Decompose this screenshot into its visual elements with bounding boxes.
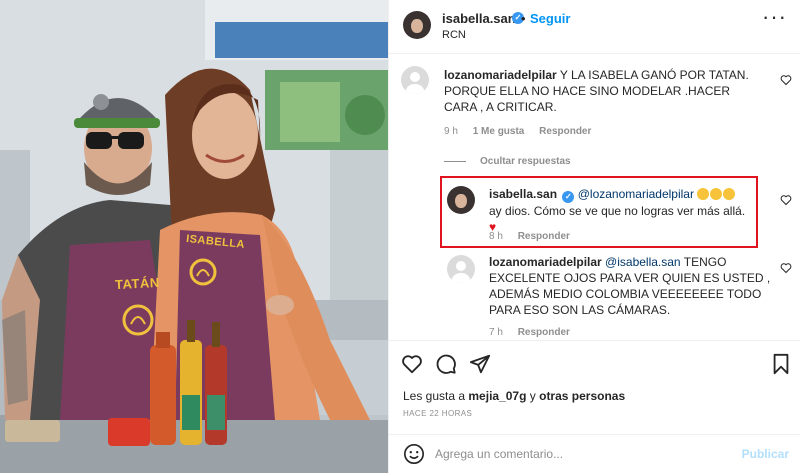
like-reply-heart-icon[interactable] [780, 194, 792, 206]
liker-username[interactable]: mejia_07g [468, 389, 526, 403]
reply-author-avatar[interactable] [447, 255, 475, 283]
reply-username[interactable]: isabella.san [489, 187, 557, 201]
publish-button[interactable]: Publicar [742, 447, 789, 461]
follow-button[interactable]: Seguir [530, 11, 570, 26]
separator-dot: • [521, 11, 526, 26]
reply-mention[interactable]: @lozanomariadelpilar [578, 187, 694, 201]
reply-reply-button[interactable]: Responder [518, 231, 570, 242]
save-bookmark-icon[interactable] [770, 353, 792, 375]
comment-username[interactable]: lozanomariadelpilar [444, 68, 557, 82]
like-comment-heart-icon[interactable] [780, 74, 792, 86]
laughing-emoji-icon [723, 188, 736, 200]
post-photo[interactable]: TATÁN ISABELLA [0, 0, 388, 473]
hide-replies-button[interactable]: Ocultar respuestas [444, 156, 571, 167]
commenter-avatar[interactable] [401, 66, 429, 94]
comment-time: 9 h [444, 126, 458, 137]
verified-badge-icon: ✓ [562, 191, 575, 203]
share-paper-plane-icon[interactable] [469, 353, 491, 375]
reply-reply-button[interactable]: Responder [518, 327, 570, 338]
comment-composer: Publicar [389, 434, 800, 473]
author-avatar[interactable] [403, 11, 431, 39]
post-actions: Les gusta a mejia_07g y otras personas H… [389, 340, 800, 436]
reply-time: 7 h [489, 327, 503, 338]
reply-meta: 8 h Responder [489, 231, 582, 242]
reply-text: dios. Cómo se ve que no logras ver más a… [505, 204, 746, 218]
reply-time: 8 h [489, 231, 503, 242]
post-timestamp[interactable]: HACE 22 HORAS [403, 409, 472, 418]
post-location[interactable]: RCN [442, 29, 466, 41]
reply-mention[interactable]: @isabella.san [605, 255, 681, 269]
laughing-emoji-icon [710, 188, 723, 200]
emoji-smile-icon[interactable] [403, 443, 425, 465]
comment-input[interactable] [435, 444, 735, 464]
post-header: isabella.san ✓ Seguir • RCN ··· [389, 0, 800, 54]
likes-summary: Les gusta a mejia_07g y otras personas [403, 389, 626, 403]
more-options-icon[interactable]: ··· [762, 6, 787, 28]
author-username[interactable]: isabella.san [442, 11, 516, 26]
comment-meta: 9 h 1 Me gusta Responder [444, 126, 603, 137]
like-heart-icon[interactable] [401, 353, 423, 375]
comment-likes[interactable]: 1 Me gusta [473, 126, 525, 137]
apron-text-left: TATÁN [114, 274, 160, 293]
reply-username[interactable]: lozanomariadelpilar [489, 255, 602, 269]
reply-author-avatar[interactable] [447, 186, 475, 214]
reply-meta: 7 h Responder [489, 327, 582, 338]
like-reply-heart-icon[interactable] [780, 262, 792, 274]
other-likers-link[interactable]: otras personas [539, 389, 625, 403]
post-side-panel: isabella.san ✓ Seguir • RCN ··· lozanoma… [388, 0, 800, 473]
comment-bubble-icon[interactable] [435, 353, 457, 375]
laughing-emoji-icon [697, 188, 710, 200]
comment-reply-button[interactable]: Responder [539, 126, 591, 137]
